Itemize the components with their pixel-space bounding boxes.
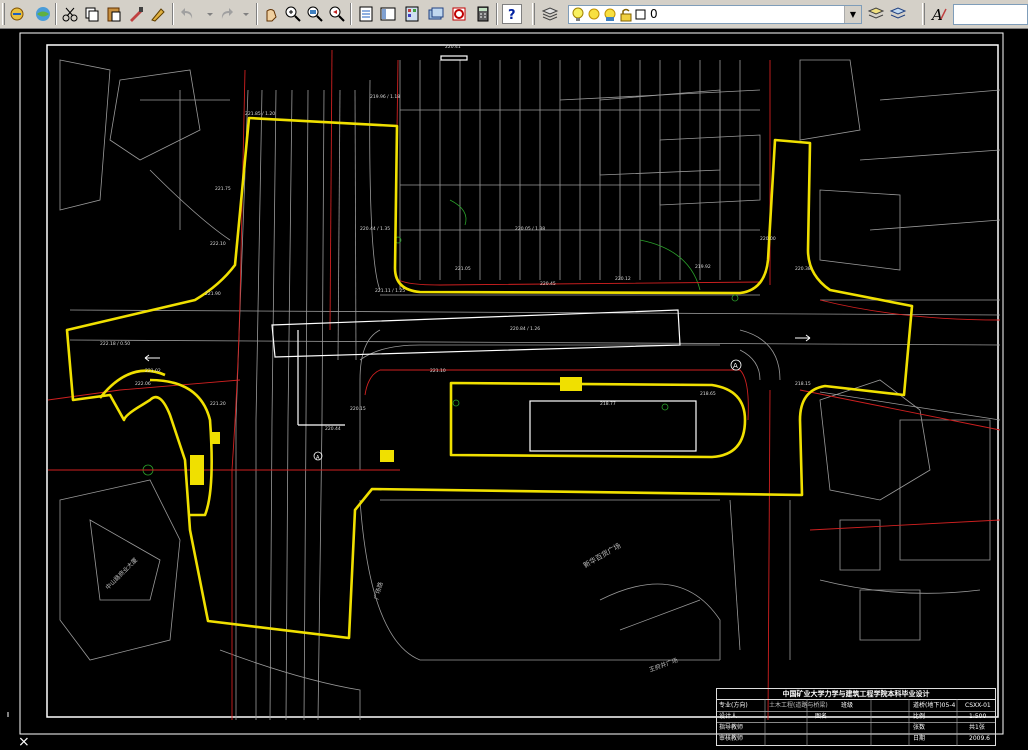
drawing-canvas[interactable]: 221.85 / 1.20 219.96 / 1.18 222.10 221.7… xyxy=(0,29,1028,750)
plaza-label: 新华百货广场 xyxy=(582,541,623,570)
svg-text:220.44: 220.44 xyxy=(325,426,341,432)
properties-icon[interactable] xyxy=(356,4,376,24)
svg-text:220.44 / 1.35: 220.44 / 1.35 xyxy=(360,226,390,232)
text-style-icon[interactable]: A xyxy=(929,4,949,24)
svg-text:220.05 / 1.38: 220.05 / 1.38 xyxy=(515,226,545,232)
title-block: 中国矿业大学力学与建筑工程学院本科毕业设计 专业(方向) 土木工程(道路与桥梁)… xyxy=(716,688,996,746)
svg-text:A: A xyxy=(930,6,943,23)
quickcalc-icon[interactable] xyxy=(473,4,493,24)
current-layer-name: 0 xyxy=(650,7,658,21)
svg-text:222.10: 222.10 xyxy=(210,241,226,247)
layer-dropdown[interactable]: 0 ▼ xyxy=(568,5,862,24)
road-label: 王府井广场 xyxy=(648,656,679,674)
svg-text:218.15: 218.15 xyxy=(795,381,811,387)
sun-viewport-icon xyxy=(604,8,616,21)
svg-text:221.90: 221.90 xyxy=(205,291,221,297)
paste-icon[interactable] xyxy=(104,4,124,24)
zoom-previous-icon[interactable] xyxy=(327,4,347,24)
svg-text:222.06: 222.06 xyxy=(135,381,151,387)
svg-text:220.45: 220.45 xyxy=(540,281,556,287)
toolbar-grip-styles[interactable] xyxy=(922,3,925,25)
chevron-down-icon[interactable]: ▼ xyxy=(844,6,861,23)
svg-text:218.65: 218.65 xyxy=(700,391,716,397)
layer-manager-icon[interactable] xyxy=(540,4,560,24)
cut-icon[interactable] xyxy=(60,4,80,24)
svg-text:220.00: 220.00 xyxy=(760,236,776,242)
svg-text:220.84 / 1.26: 220.84 / 1.26 xyxy=(510,326,540,332)
pan-icon[interactable] xyxy=(261,4,281,24)
make-object-layer-current-icon[interactable] xyxy=(866,4,886,24)
svg-text:220.15: 220.15 xyxy=(350,406,366,412)
help-icon[interactable]: ? xyxy=(502,4,522,24)
tool-palettes-icon[interactable] xyxy=(402,4,422,24)
layer-state-icons xyxy=(571,7,647,22)
svg-text:221.11 / 1.25: 221.11 / 1.25 xyxy=(375,288,405,294)
color-swatch-icon xyxy=(635,9,646,20)
svg-text:220.38: 220.38 xyxy=(795,266,811,272)
svg-text:220.41: 220.41 xyxy=(445,44,461,50)
svg-text:221.05: 221.05 xyxy=(455,266,471,272)
block-editor-icon[interactable] xyxy=(148,4,168,24)
match-properties-icon[interactable] xyxy=(126,4,146,24)
design-center-icon[interactable] xyxy=(378,4,398,24)
zoom-window-icon[interactable] xyxy=(305,4,325,24)
svg-text:219.92: 219.92 xyxy=(695,264,711,270)
svg-text:?: ? xyxy=(508,8,516,23)
axis-marker-a2: A xyxy=(316,455,320,461)
3d-dwf-icon[interactable] xyxy=(33,4,53,24)
zoom-realtime-icon[interactable] xyxy=(283,4,303,24)
svg-text:222.18 / 0.50: 222.18 / 0.50 xyxy=(100,341,130,347)
toolbar-grip-layers[interactable] xyxy=(532,3,535,25)
sun-icon xyxy=(588,8,600,20)
markup-set-manager-icon[interactable] xyxy=(449,4,469,24)
text-style-field[interactable] xyxy=(953,4,1028,25)
svg-text:218.77: 218.77 xyxy=(600,401,616,407)
ucs-icon: ⨯ xyxy=(18,734,30,750)
axis-marker-a1: A xyxy=(733,362,738,370)
building-label: 中山路商业大厦 xyxy=(104,556,139,591)
lightbulb-icon xyxy=(572,7,584,21)
toolbar-grip[interactable] xyxy=(2,3,5,25)
cad-drawing: 221.85 / 1.20 219.96 / 1.18 222.10 221.7… xyxy=(7,32,1004,735)
redo-dropdown-icon[interactable] xyxy=(236,4,256,24)
svg-text:220.12: 220.12 xyxy=(615,276,631,282)
svg-text:221.75: 221.75 xyxy=(215,186,231,192)
copy-icon[interactable] xyxy=(82,4,102,24)
sheet-set-manager-icon[interactable] xyxy=(426,4,446,24)
svg-text:221.20: 221.20 xyxy=(210,401,226,407)
publish-icon[interactable] xyxy=(7,4,27,24)
undo-icon[interactable] xyxy=(178,4,198,24)
lock-icon xyxy=(620,8,632,22)
redo-icon[interactable] xyxy=(216,4,236,24)
svg-text:221.10: 221.10 xyxy=(430,368,446,374)
layer-previous-icon[interactable] xyxy=(888,4,908,24)
svg-text:219.96 / 1.18: 219.96 / 1.18 xyxy=(370,94,400,100)
svg-text:221.85 / 1.20: 221.85 / 1.20 xyxy=(245,111,275,117)
standard-toolbar: ? 0 ▼ A xyxy=(0,0,1028,29)
svg-text:221.02: 221.02 xyxy=(145,368,161,374)
